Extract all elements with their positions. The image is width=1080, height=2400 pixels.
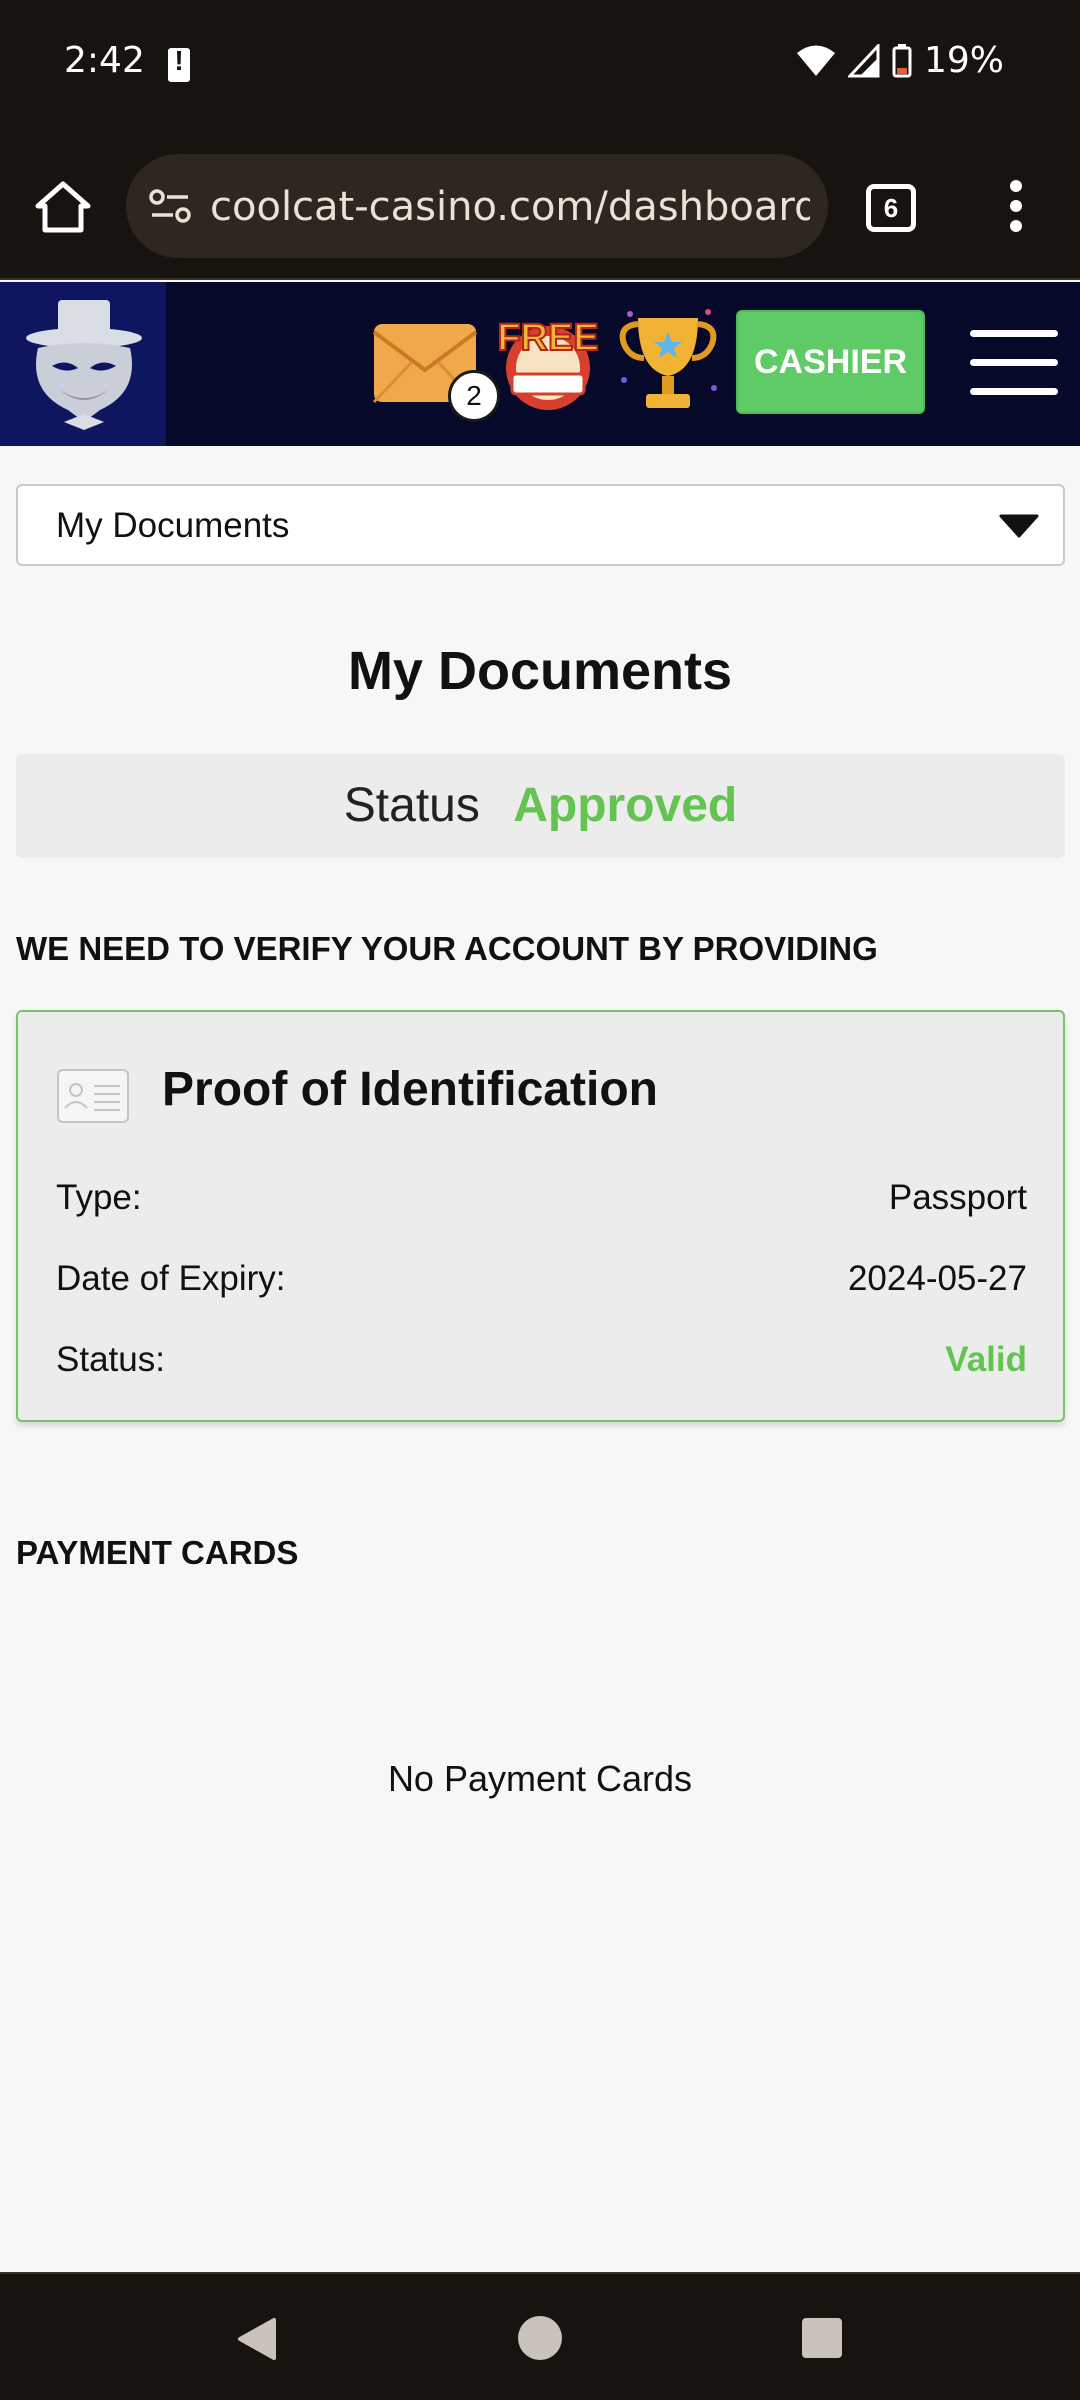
id-row-key: Type:	[56, 1178, 142, 1217]
id-row-type: Type: Passport	[56, 1178, 1027, 1226]
id-row-status: Status: Valid	[56, 1340, 1027, 1388]
nav-recents-icon[interactable]	[802, 2318, 842, 2358]
address-bar[interactable]: coolcat-casino.com/dashboard/	[126, 154, 828, 258]
no-payment-cards-text: No Payment Cards	[387, 1758, 693, 1799]
menu-icon[interactable]	[970, 330, 1058, 396]
site-header: 2 FREE CASHIER	[0, 282, 1080, 446]
more-vert-icon[interactable]	[996, 176, 1036, 236]
id-row-expiry: Date of Expiry: 2024-05-27	[56, 1259, 1027, 1307]
caret-down-icon	[999, 514, 1039, 538]
home-icon[interactable]	[34, 180, 92, 234]
logo-icon[interactable]	[0, 282, 166, 446]
page-title: My Documents	[347, 641, 733, 701]
free-spins-text: FREE	[497, 317, 598, 359]
nav-home-icon[interactable]	[518, 2316, 562, 2360]
trophy-icon[interactable]	[612, 304, 724, 420]
verify-heading: WE NEED TO VERIFY YOUR ACCOUNT BY PROVID…	[16, 930, 878, 967]
payment-cards-heading: PAYMENT CARDS	[16, 1534, 299, 1571]
battery-icon	[892, 43, 912, 77]
id-row-value: 2024-05-27	[847, 1259, 1027, 1298]
proof-of-identification-card[interactable]: Proof of Identification Type: Passport D…	[16, 1010, 1065, 1422]
site-settings-icon[interactable]	[148, 186, 192, 226]
cashier-button[interactable]: CASHIER	[736, 310, 925, 414]
tab-switcher-button[interactable]: 6	[866, 184, 916, 232]
battery-percent: 19%	[923, 40, 1004, 81]
documents-select[interactable]: My Documents	[16, 484, 1065, 566]
id-row-value: Valid	[945, 1340, 1027, 1379]
account-status-panel: Status Approved	[16, 754, 1065, 858]
wifi-icon	[796, 45, 835, 76]
status-label: Status	[343, 779, 480, 832]
status-time: 2:42	[64, 40, 145, 81]
id-row-key: Date of Expiry:	[56, 1259, 286, 1298]
system-status-bar: 2:42 19%	[0, 0, 1080, 132]
status-indicators: 19%	[796, 40, 1004, 81]
id-row-key: Status:	[56, 1340, 165, 1379]
signal-icon	[847, 43, 880, 77]
alert-icon	[168, 45, 190, 82]
url-text[interactable]: coolcat-casino.com/dashboard/	[210, 184, 810, 230]
system-nav-bar	[0, 2272, 1080, 2400]
status-value: Approved	[513, 779, 738, 832]
id-row-value: Passport	[888, 1178, 1027, 1217]
id-card-title: Proof of Identification	[162, 1063, 658, 1116]
free-spins-icon[interactable]: FREE	[494, 302, 602, 412]
id-card-icon	[57, 1069, 129, 1123]
documents-select-value: My Documents	[56, 506, 290, 545]
mail-count-badge: 2	[448, 370, 500, 422]
browser-toolbar: coolcat-casino.com/dashboard/ 6	[0, 132, 1080, 280]
nav-back-icon[interactable]	[236, 2316, 278, 2362]
